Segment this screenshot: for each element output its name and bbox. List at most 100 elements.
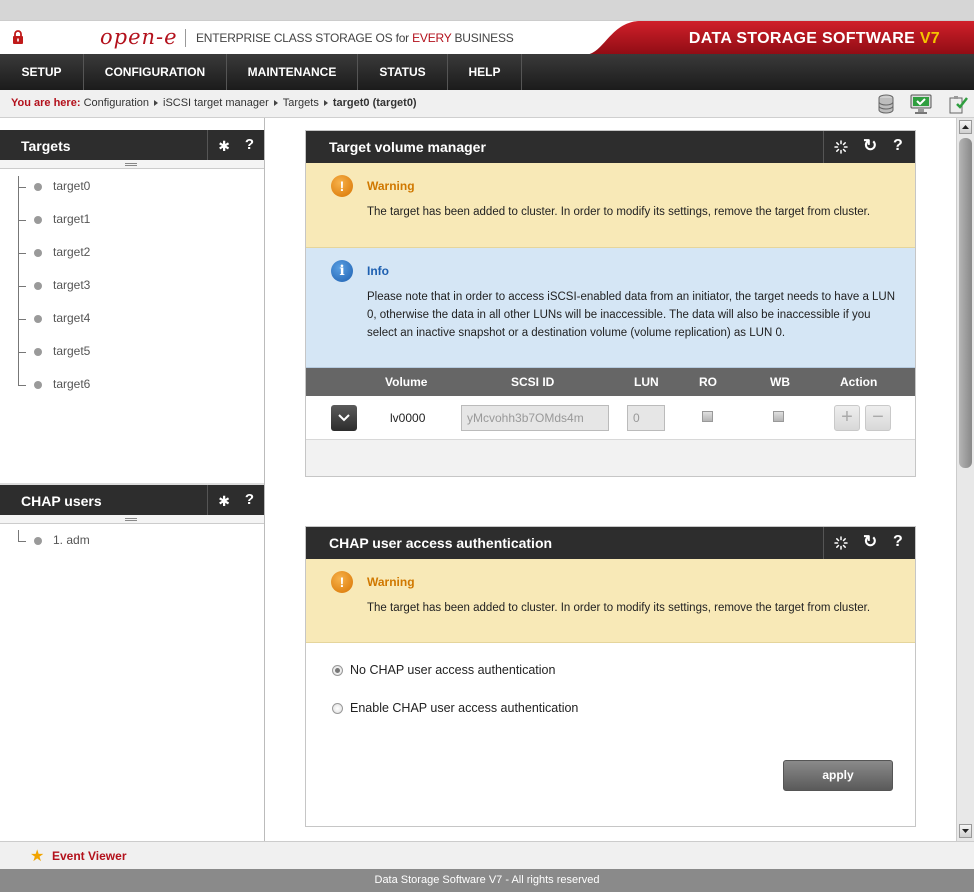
breadcrumb-bar: You are here: Configuration iSCSI target … — [0, 90, 974, 118]
table-row: lv0000 + − — [306, 396, 915, 440]
menu-setup[interactable]: SETUP — [0, 54, 84, 90]
tagline-divider — [185, 29, 186, 47]
targets-panel-header: Targets ✱ ? — [0, 130, 264, 160]
help-icon[interactable]: ? — [893, 533, 903, 551]
chap-user-label: 1. adm — [53, 533, 90, 547]
target-volume-manager-box: Target volume manager ↻ ? ! Warning The … — [305, 130, 916, 477]
logo: open-e — [100, 25, 178, 49]
scsi-id-field[interactable] — [461, 405, 609, 431]
resize-grip[interactable] — [0, 160, 264, 169]
breadcrumb: You are here: Configuration iSCSI target … — [11, 97, 417, 109]
chap-users-panel-title: CHAP users — [21, 493, 102, 509]
info-title: Info — [367, 264, 389, 278]
volume-manager-title: Target volume manager — [329, 139, 486, 155]
warning-message: ! Warning The target has been added to c… — [306, 559, 915, 643]
wb-checkbox[interactable] — [773, 411, 784, 422]
help-icon[interactable]: ? — [893, 137, 903, 155]
breadcrumb-lead: You are here: — [11, 97, 81, 109]
lun-field[interactable] — [627, 405, 665, 431]
column-action: Action — [840, 375, 878, 389]
refresh-icon[interactable]: ↻ — [863, 532, 877, 552]
radio-button[interactable] — [332, 703, 343, 714]
bullet-icon — [34, 282, 42, 290]
box-controls: ↻ ? — [823, 527, 915, 559]
tree-branch — [18, 286, 26, 287]
left-sidebar: Targets ✱ ? target0 target1 target2 target3… — [0, 118, 265, 841]
arrow-up-icon — [962, 125, 969, 129]
breadcrumb-iscsi-target-manager[interactable]: iSCSI target manager — [163, 97, 269, 109]
scroll-thumb[interactable] — [959, 138, 972, 468]
help-icon[interactable]: ? — [245, 491, 254, 508]
info-text: Please note that in order to access iSCS… — [367, 291, 896, 339]
status-check-icon[interactable] — [945, 92, 969, 116]
window-top-strip — [0, 0, 974, 20]
header-divider — [207, 130, 208, 160]
monitor-icon[interactable] — [909, 92, 933, 116]
vertical-scrollbar[interactable] — [956, 118, 974, 841]
breadcrumb-current: target0 (target0) — [332, 97, 417, 109]
warning-message: ! Warning The target has been added to c… — [306, 163, 915, 248]
menu-help[interactable]: HELP — [448, 54, 522, 90]
warning-title: Warning — [367, 575, 415, 589]
bullet-icon — [34, 216, 42, 224]
breadcrumb-arrow-icon — [273, 100, 278, 107]
menu-status[interactable]: STATUS — [358, 54, 448, 90]
copyright-footer: Data Storage Software V7 - All rights re… — [0, 869, 974, 892]
tagline: ENTERPRISE CLASS STORAGE OS for EVERY BU… — [196, 31, 514, 45]
warning-text: The target has been added to cluster. In… — [367, 206, 871, 218]
target-label: target2 — [53, 245, 91, 259]
add-button[interactable]: + — [834, 405, 860, 431]
tree-line — [18, 530, 19, 541]
breadcrumb-configuration[interactable]: Configuration — [84, 97, 149, 109]
gear-icon[interactable]: ✱ — [218, 138, 230, 155]
radio-label: No CHAP user access authentication — [350, 663, 556, 677]
breadcrumb-targets[interactable]: Targets — [283, 97, 319, 109]
app-header: open-e ENTERPRISE CLASS STORAGE OS for E… — [0, 20, 974, 55]
radio-button[interactable] — [332, 665, 343, 676]
help-icon[interactable]: ? — [245, 136, 254, 153]
chap-auth-title: CHAP user access authentication — [329, 535, 553, 551]
menu-configuration[interactable]: CONFIGURATION — [84, 54, 227, 90]
bullet-icon — [34, 249, 42, 257]
main-menu: SETUP CONFIGURATION MAINTENANCE STATUS H… — [0, 54, 974, 90]
ro-checkbox[interactable] — [702, 411, 713, 422]
column-scsi-id: SCSI ID — [511, 375, 555, 389]
lock-icon — [13, 30, 23, 44]
info-icon: i — [331, 260, 353, 282]
bullet-icon — [34, 183, 42, 191]
tree-branch — [18, 220, 26, 221]
brand-title: DATA STORAGE SOFTWARE V7 — [688, 30, 940, 47]
warning-title: Warning — [367, 179, 415, 193]
scroll-down-button[interactable] — [959, 824, 972, 838]
brand-banner: DATA STORAGE SOFTWARE V7 — [584, 21, 974, 55]
tree-branch — [18, 187, 26, 188]
spinner-icon[interactable] — [834, 140, 848, 154]
tree-branch — [18, 253, 26, 254]
refresh-icon[interactable]: ↻ — [863, 136, 877, 156]
apply-button[interactable]: apply — [783, 760, 893, 791]
menu-maintenance[interactable]: MAINTENANCE — [227, 54, 358, 90]
chap-users-panel-header: CHAP users ✱ ? — [0, 485, 264, 515]
header-divider — [207, 485, 208, 515]
table-footer — [306, 440, 915, 476]
event-viewer-label: Event Viewer — [52, 849, 127, 863]
scroll-up-button[interactable] — [959, 120, 972, 134]
arrow-down-icon — [962, 829, 969, 833]
bullet-icon — [34, 537, 42, 545]
gear-icon[interactable]: ✱ — [218, 493, 230, 510]
breadcrumb-arrow-icon — [154, 100, 158, 107]
chap-auth-header: CHAP user access authentication ↻ ? — [306, 527, 915, 559]
target-label: target4 — [53, 311, 91, 325]
resize-grip[interactable] — [0, 515, 264, 524]
database-icon[interactable] — [874, 92, 898, 116]
column-lun: LUN — [634, 375, 659, 389]
spinner-icon[interactable] — [834, 536, 848, 550]
column-ro: RO — [699, 375, 717, 389]
volume-table-header: Volume SCSI ID LUN RO WB Action — [306, 368, 915, 396]
tree-line — [18, 176, 19, 386]
expand-row-button[interactable] — [331, 405, 357, 431]
targets-panel-title: Targets — [21, 138, 71, 154]
remove-button[interactable]: − — [865, 405, 891, 431]
event-viewer-bar: ★ Event Viewer — [0, 841, 974, 869]
tree-branch — [18, 385, 26, 386]
